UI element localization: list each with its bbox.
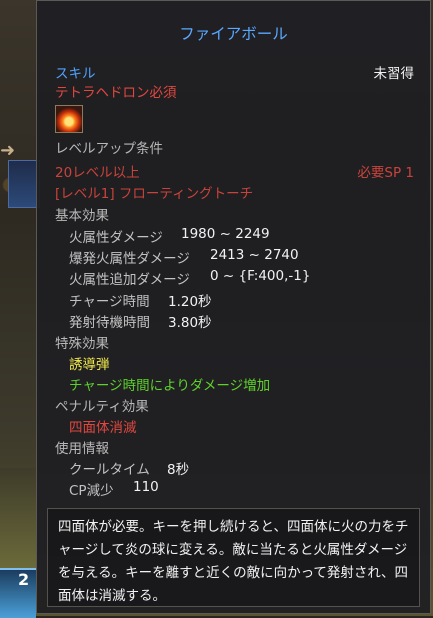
- usage-header: 使用情報: [55, 441, 109, 457]
- stat-value: 0 ~ {F:400,-1}: [210, 268, 311, 284]
- stat-value: 1980 ~ 2249: [181, 226, 270, 242]
- skill-description: 四面体が必要。キーを押し続けると、四面体に火の力をチャージして炎の球に変える。敵…: [58, 519, 409, 604]
- requirement-text: テトラヘドロン必須: [55, 85, 177, 101]
- background-panel: [0, 468, 36, 568]
- fire-skill-icon: [55, 105, 83, 133]
- penalty-item: 四面体消滅: [69, 420, 137, 436]
- stat-label: チャージ時間: [69, 294, 150, 310]
- skill-category: スキル: [55, 66, 96, 82]
- stat-value: 2413 ~ 2740: [210, 247, 299, 263]
- arrow-icon: ➜: [0, 140, 16, 161]
- level-requirement: 20レベル以上: [55, 165, 140, 181]
- special-effect-item: チャージ時間によりダメージ増加: [69, 378, 271, 394]
- stat-label: 火属性ダメージ: [69, 230, 163, 246]
- learn-status: 未習得: [373, 66, 415, 82]
- usage-value: 8秒: [167, 462, 190, 478]
- special-effect-item: 誘導弾: [69, 357, 110, 373]
- description-box: 四面体が必要。キーを押し続けると、四面体に火の力をチャージして炎の球に変える。敵…: [47, 508, 420, 607]
- basic-effects-header: 基本効果: [55, 208, 109, 224]
- stat-value: 1.20秒: [168, 294, 212, 310]
- usage-value: 110: [133, 479, 159, 495]
- usage-label: クールタイム: [69, 462, 150, 478]
- special-effects-header: 特殊効果: [55, 336, 109, 352]
- levelup-header: レベルアップ条件: [55, 141, 163, 157]
- stat-label: 発射待機時間: [69, 315, 150, 331]
- sp-requirement: 必要SP 1: [357, 165, 414, 181]
- skill-tooltip: ファイアボール スキル 未習得 テトラヘドロン必須 レベルアップ条件 20レベル…: [36, 0, 431, 614]
- skill-title: ファイアボール: [179, 25, 288, 43]
- prerequisite-skill: [レベル1] フローティングトーチ: [55, 186, 254, 202]
- penalty-header: ペナルティ効果: [55, 399, 149, 415]
- stat-value: 3.80秒: [168, 315, 212, 331]
- hotbar-number: 2: [18, 570, 30, 589]
- stat-label: 火属性追加ダメージ: [69, 272, 190, 288]
- usage-label: CP減少: [69, 483, 114, 499]
- stat-label: 爆発火属性ダメージ: [69, 251, 190, 267]
